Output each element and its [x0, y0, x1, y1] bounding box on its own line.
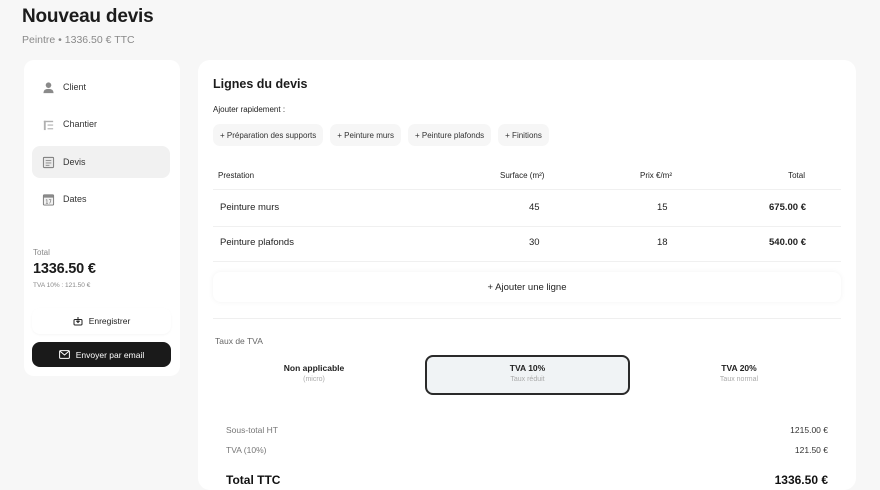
mail-icon [58, 350, 70, 359]
table-row: Peinture murs 45 15 675.00 € [213, 193, 841, 223]
quick-add-chips: + Préparation des supports + Peinture mu… [213, 124, 549, 146]
sidebar-total: Total 1336.50 € TVA 10% : 121.50 € [33, 248, 96, 289]
tva-option-name: TVA 20% [721, 363, 757, 373]
tva-option-sub: (micro) [303, 376, 325, 383]
cell-surface[interactable]: 30 [529, 237, 540, 248]
cell-prestation[interactable]: Peinture murs [220, 202, 279, 213]
cell-total: 540.00 € [769, 237, 806, 248]
tva-label: Taux de TVA [215, 336, 263, 346]
total-amount: 1336.50 € [33, 261, 96, 277]
tva-amount-value: 121.50 € [794, 445, 828, 455]
tva-option-sub: Taux normal [719, 376, 759, 383]
save-button-label: Enregistrer [88, 316, 131, 326]
download-icon [73, 317, 83, 326]
cell-prix[interactable]: 18 [657, 237, 668, 248]
send-email-label: Envoyer par email [75, 349, 145, 360]
document-icon [42, 156, 55, 168]
total-label: Total [33, 248, 50, 257]
quote-lines-panel: Lignes du devis Ajouter rapidement : + P… [198, 60, 856, 490]
sidebar-item-client[interactable]: Client [32, 71, 170, 103]
tva-option-sub: Taux réduit [510, 376, 545, 383]
add-line-button[interactable]: + Ajouter une ligne [213, 272, 841, 302]
table-row: Peinture plafonds 30 18 540.00 € [213, 228, 841, 258]
calendar-icon: 17 [42, 193, 55, 205]
sidebar-item-chantier[interactable]: Chantier [32, 108, 170, 140]
send-email-button[interactable]: Envoyer par email [32, 342, 171, 367]
page-header: Nouveau devis Peintre • 1336.50 € TTC [22, 6, 154, 46]
section-divider [213, 318, 841, 319]
cell-prix[interactable]: 15 [657, 202, 668, 213]
quick-add-label: Ajouter rapidement : [213, 105, 286, 114]
user-icon [43, 81, 54, 93]
sidebar-item-label: Dates [63, 194, 87, 204]
table-header-prestation: Prestation [218, 171, 255, 180]
tva-option-name: Non applicable [283, 363, 345, 373]
section-title: Lignes du devis [213, 77, 308, 91]
table-header-total: Total [788, 171, 805, 180]
tva-option-name: TVA 10% [509, 363, 546, 373]
total-ttc-label: Total TTC [226, 473, 281, 487]
sidebar-item-label: Client [63, 82, 87, 92]
table-divider [213, 189, 841, 190]
chip-peinture-murs[interactable]: + Peinture murs [330, 124, 401, 146]
total-tva-line: TVA 10% : 121.50 € [33, 282, 91, 289]
sidebar: Client Chantier Devis 17 Dates Total 133… [24, 60, 180, 376]
sidebar-item-dates[interactable]: 17 Dates [32, 183, 170, 215]
cell-surface[interactable]: 45 [529, 202, 540, 213]
cell-total: 675.00 € [769, 202, 806, 213]
chip-finitions[interactable]: + Finitions [498, 124, 549, 146]
save-button[interactable]: Enregistrer [32, 308, 171, 334]
table-header-prix: Prix €/m² [640, 171, 672, 180]
table-divider [213, 226, 841, 227]
cell-prestation[interactable]: Peinture plafonds [220, 237, 294, 248]
chip-preparation[interactable]: + Préparation des supports [213, 124, 324, 146]
sidebar-item-label: Chantier [63, 119, 98, 129]
building-icon [43, 120, 54, 130]
tva-amount-label: TVA (10%) [226, 445, 267, 455]
chip-peinture-plafonds[interactable]: + Peinture plafonds [407, 124, 492, 146]
table-divider [213, 261, 841, 262]
page-subtitle: Peintre • 1336.50 € TTC [22, 34, 135, 46]
tva-option-20[interactable]: TVA 20% Taux normal [638, 355, 840, 395]
page-title: Nouveau devis [22, 6, 154, 27]
sidebar-item-label: Devis [63, 157, 86, 167]
total-ttc-value: 1336.50 € [774, 473, 828, 487]
subtotal-value: 1215.00 € [790, 425, 828, 435]
tva-option-non-applicable[interactable]: Non applicable (micro) [213, 355, 415, 395]
subtotal-label: Sous-total HT [226, 425, 278, 435]
sidebar-item-devis[interactable]: Devis [32, 146, 170, 178]
tva-option-10[interactable]: TVA 10% Taux réduit [425, 355, 630, 395]
table-header-surface: Surface (m²) [500, 171, 545, 180]
svg-text:17: 17 [45, 199, 51, 205]
